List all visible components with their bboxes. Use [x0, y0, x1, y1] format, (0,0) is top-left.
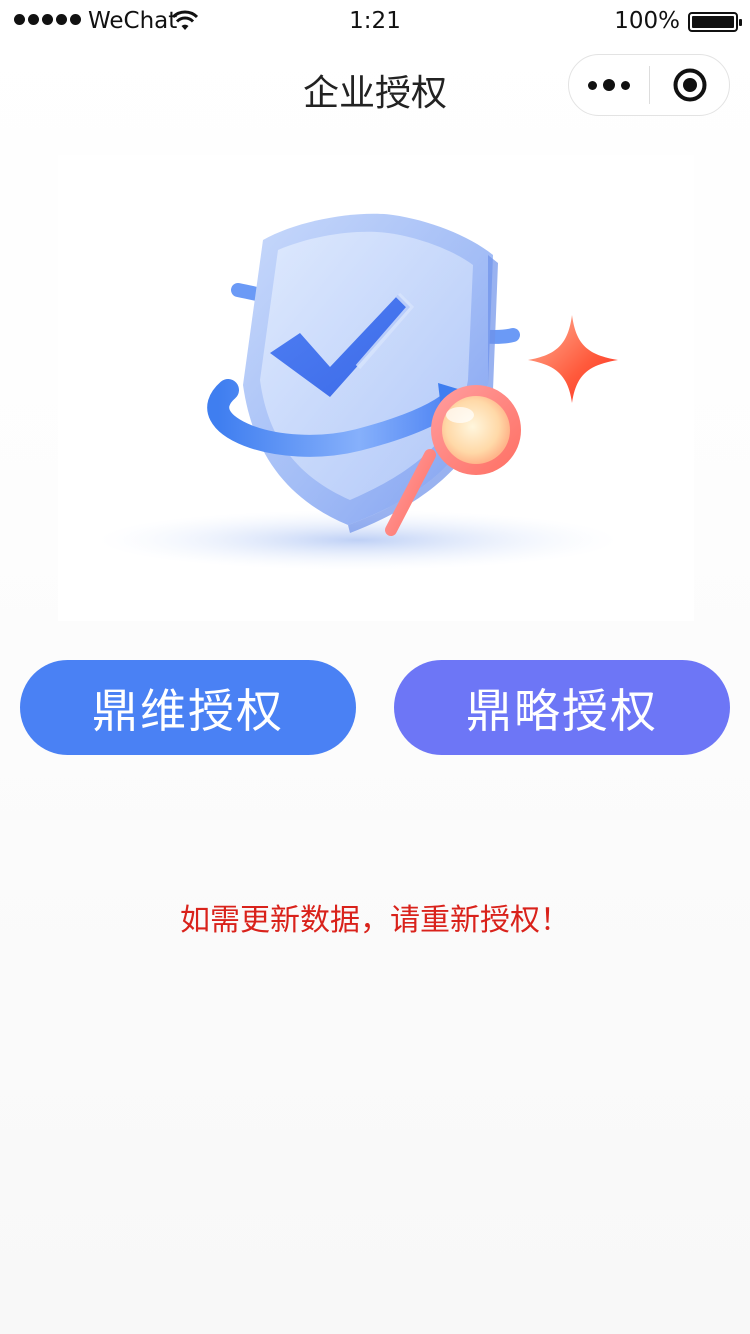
- battery-percentage: 100%: [614, 8, 680, 34]
- miniprogram-capsule: [568, 54, 730, 116]
- dinglue-authorize-button[interactable]: 鼎略授权: [394, 660, 730, 755]
- dingwei-authorize-button[interactable]: 鼎维授权: [20, 660, 356, 755]
- battery-fill: [692, 16, 734, 28]
- authorization-illustration: [58, 155, 694, 621]
- nav-bar: 企业授权: [0, 44, 750, 128]
- page: WeChat 1:21 100% 企业授权 鼎维授权 鼎略授权 如需更新数据，请…: [0, 0, 750, 1334]
- target-close-icon[interactable]: [650, 55, 729, 115]
- status-bar: WeChat 1:21 100%: [0, 0, 750, 44]
- reauthorize-notice: 如需更新数据，请重新授权！: [180, 903, 570, 938]
- battery-icon: [688, 12, 742, 32]
- more-dots-icon[interactable]: [569, 55, 649, 115]
